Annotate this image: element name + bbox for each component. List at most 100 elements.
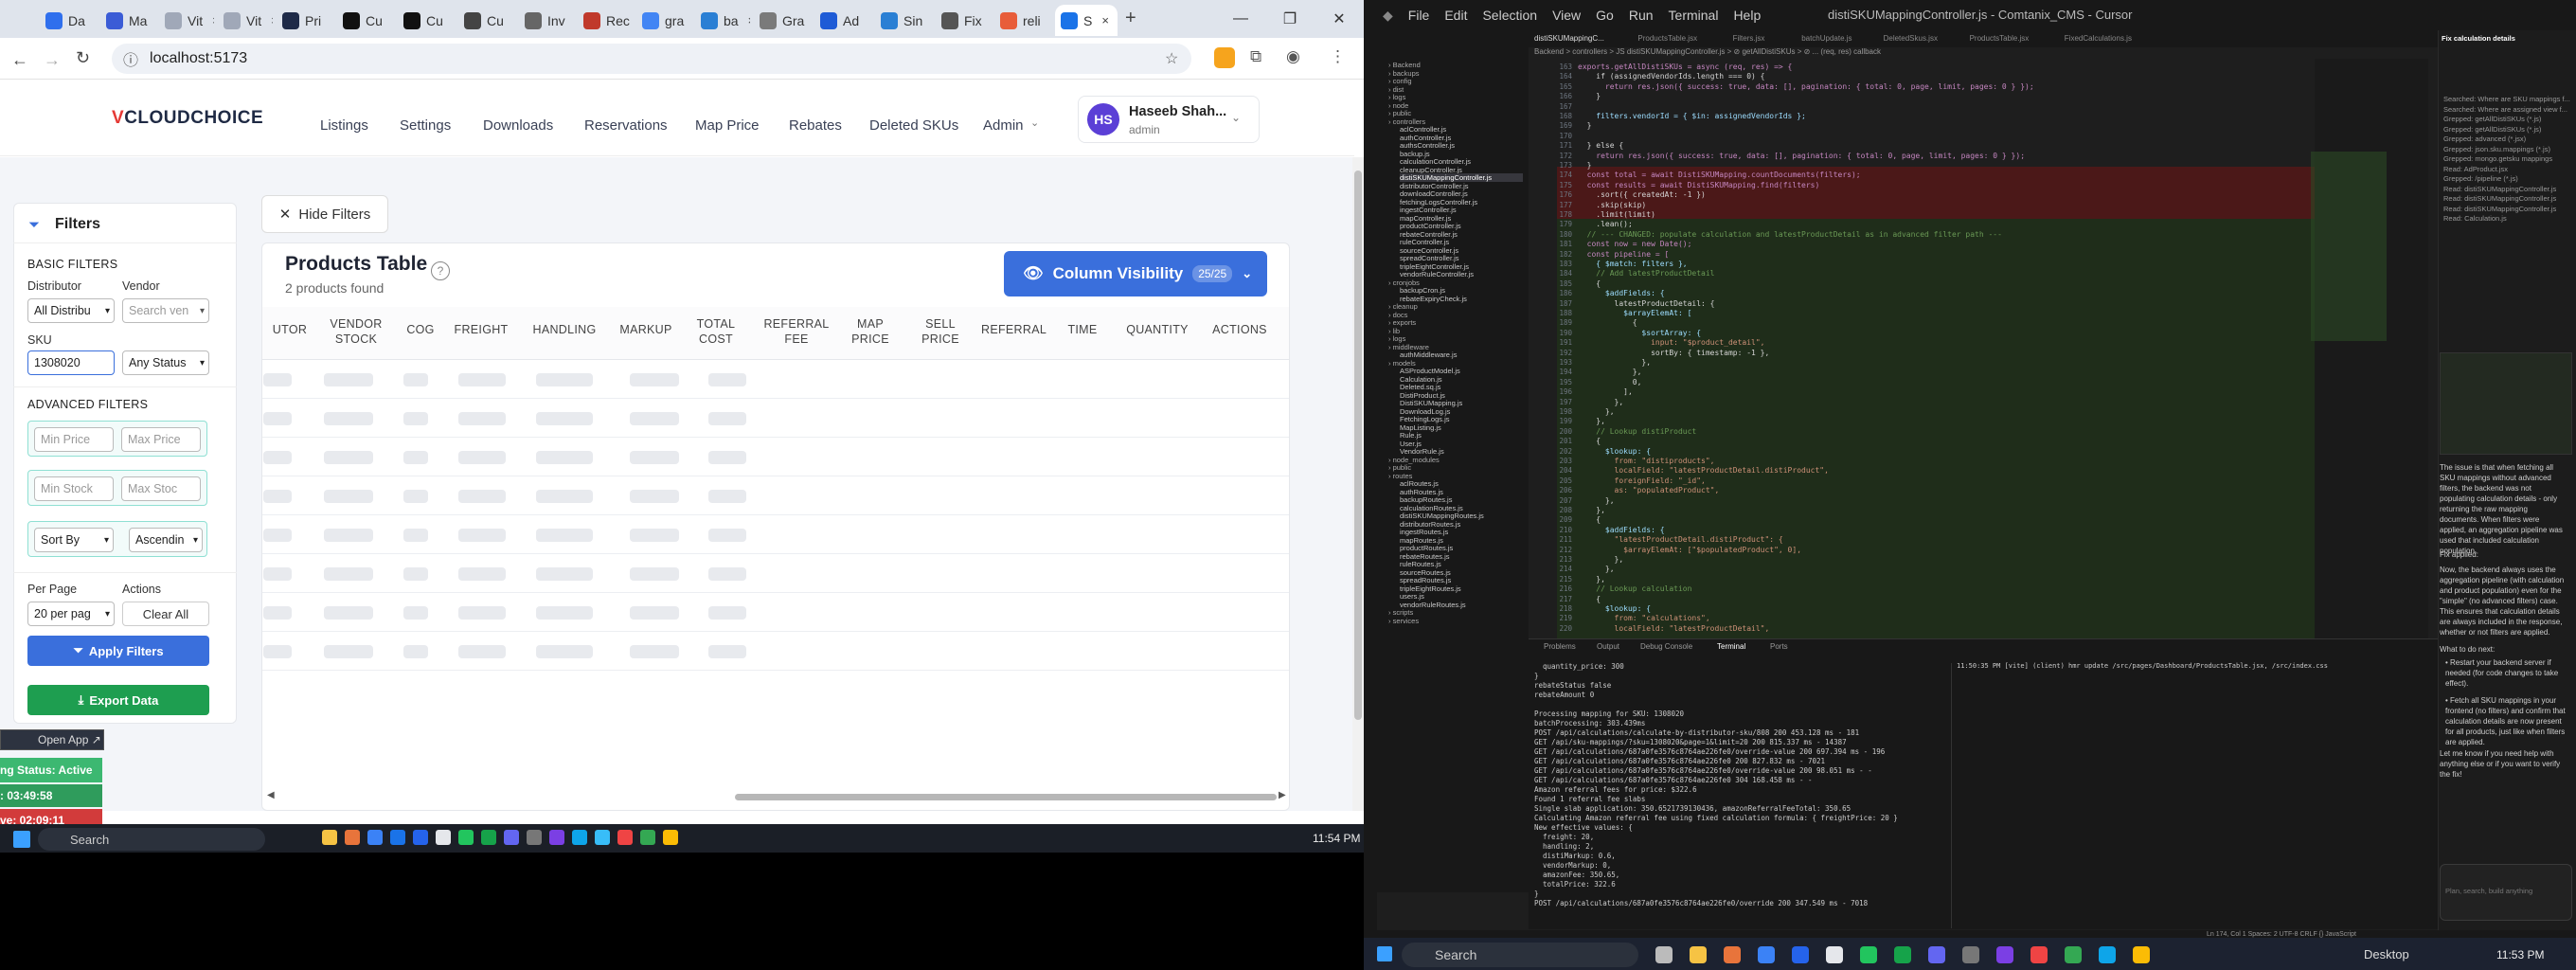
browser-tab[interactable]: Fix× <box>936 5 991 36</box>
browser-tab[interactable]: Sin× <box>875 5 930 36</box>
table-header-total-cost[interactable]: TOTAL COST <box>691 316 741 347</box>
explorer-item[interactable]: › services <box>1388 617 1419 625</box>
taskbar-app-icon[interactable] <box>504 830 519 845</box>
taskbar-app-icon[interactable] <box>1894 946 1911 963</box>
editor-tab[interactable]: batchUpdate.js <box>1801 34 1852 43</box>
taskbar-app-icon[interactable] <box>1758 946 1775 963</box>
browser-tab[interactable]: Vit × <box>218 5 273 36</box>
panel-tab-output[interactable]: Output <box>1597 642 1619 651</box>
table-header-time[interactable]: TIME <box>1061 322 1104 337</box>
close-tab-icon[interactable]: × <box>271 13 273 27</box>
browser-tab[interactable]: Cu× <box>458 5 513 36</box>
back-icon[interactable]: ← <box>11 50 28 70</box>
bookmark-star-icon[interactable]: ☆ <box>1165 49 1178 68</box>
hide-filters-button[interactable]: ✕ Hide Filters <box>261 195 388 233</box>
table-header-map-price[interactable]: MAP PRICE <box>847 316 894 347</box>
taskbar-app-icon[interactable] <box>527 830 542 845</box>
taskbar-app-icon[interactable] <box>1996 946 2013 963</box>
browser-tab[interactable]: Ad × <box>814 5 869 36</box>
table-header-referral-fee[interactable]: REFERRAL FEE <box>763 316 830 347</box>
scrollbar-thumb[interactable] <box>1354 171 1362 720</box>
table-row[interactable] <box>262 670 1289 671</box>
taskbar-app-icon[interactable] <box>390 830 405 845</box>
menu-run[interactable]: Run <box>1629 8 1654 23</box>
taskbar-app-icon[interactable] <box>1826 946 1843 963</box>
page-scrollbar[interactable] <box>1352 157 1364 811</box>
taskbar-app-icon[interactable] <box>1690 946 1707 963</box>
taskbar-app-icon[interactable] <box>2133 946 2150 963</box>
taskbar-app-icon[interactable] <box>458 830 474 845</box>
sort-by-select[interactable]: Sort By ▾ <box>34 528 114 552</box>
taskbar-app-icon[interactable] <box>2065 946 2082 963</box>
browser-tab[interactable]: Da× <box>40 5 95 36</box>
min-stock-input[interactable]: Min Stock <box>34 476 114 501</box>
taskbar-app-icon[interactable] <box>640 830 655 845</box>
browser-tab[interactable]: gra× <box>636 5 691 36</box>
nav-admin[interactable]: Admin <box>983 117 1024 134</box>
browser-tab[interactable]: Gra× <box>754 5 809 36</box>
table-header-utor[interactable]: UTOR <box>271 322 309 337</box>
table-header-quantity[interactable]: QUANTITY <box>1123 322 1191 337</box>
taskbar-app-icon[interactable] <box>413 830 428 845</box>
menu-help[interactable]: Help <box>1733 8 1761 23</box>
taskbar-app-icon[interactable] <box>436 830 451 845</box>
omnibox[interactable]: ⓘ localhost:5173 <box>112 44 1191 74</box>
taskbar-app-icon[interactable] <box>617 830 633 845</box>
table-header-cog[interactable]: COG <box>402 322 439 337</box>
table-header-referral[interactable]: REFERRAL <box>981 322 1046 337</box>
menu-terminal[interactable]: Terminal <box>1669 8 1719 23</box>
taskbar-app-icon[interactable] <box>1792 946 1809 963</box>
close-tab-icon[interactable]: × <box>748 13 750 27</box>
panel-tab-problems[interactable]: Problems <box>1544 642 1576 651</box>
nav-downloads[interactable]: Downloads <box>483 117 553 134</box>
table-header-markup[interactable]: MARKUP <box>619 322 672 337</box>
panel-tab-debug-console[interactable]: Debug Console <box>1640 642 1692 651</box>
profile-icon[interactable]: ◉ <box>1286 47 1300 66</box>
scroll-left-icon[interactable]: ◀ <box>267 790 275 800</box>
nav-listings[interactable]: Listings <box>320 117 368 134</box>
apply-filters-button[interactable]: ⏷ Apply Filters <box>27 636 209 666</box>
scroll-right-icon[interactable]: ▶ <box>1279 790 1286 800</box>
nav-settings[interactable]: Settings <box>400 117 451 134</box>
taskbar-app-icon[interactable] <box>1860 946 1877 963</box>
table-header-sell-price[interactable]: SELL PRICE <box>913 316 968 347</box>
status-select[interactable]: Any Status ▾ <box>122 350 209 375</box>
panel-tab-terminal[interactable]: Terminal <box>1717 642 1745 651</box>
menu-file[interactable]: File <box>1408 8 1430 23</box>
site-info-icon[interactable]: ⓘ <box>123 47 138 70</box>
table-row[interactable] <box>262 514 1289 515</box>
browser-tab[interactable]: Pri× <box>277 5 331 36</box>
max-stock-input[interactable]: Max Stoc <box>121 476 201 501</box>
windows-start-icon[interactable] <box>13 831 30 848</box>
close-tab-icon[interactable]: × <box>212 13 214 27</box>
open-app-link[interactable]: Open App ↗ <box>38 733 101 746</box>
editor-tab[interactable]: ProductsTable.jsx <box>1637 34 1697 43</box>
table-row[interactable] <box>262 631 1289 632</box>
table-header-handling[interactable]: HANDLING <box>530 322 599 337</box>
extensions-icon[interactable]: ⧉ <box>1250 47 1261 66</box>
sort-order-select[interactable]: Ascendin ▾ <box>129 528 203 552</box>
taskbar-app-icon[interactable] <box>572 830 587 845</box>
app-logo[interactable]: VCLOUDCHOICE <box>112 108 263 129</box>
minimize-button[interactable]: — <box>1216 0 1265 38</box>
browser-tab[interactable]: Cu× <box>337 5 392 36</box>
table-header-actions[interactable]: ACTIONS <box>1210 322 1269 337</box>
minimap[interactable] <box>2315 59 2428 638</box>
close-tab-icon[interactable]: × <box>1101 13 1109 27</box>
browser-tab[interactable]: S × <box>1055 5 1118 36</box>
new-tab-button[interactable]: + <box>1125 8 1136 29</box>
taskbar-app-icon[interactable] <box>367 830 383 845</box>
nav-map-price[interactable]: Map Price <box>695 117 760 134</box>
nav-rebates[interactable]: Rebates <box>789 117 842 134</box>
editor-tab[interactable]: ProductsTable.jsx <box>1970 34 2030 43</box>
help-icon[interactable]: ? <box>431 261 450 280</box>
taskbar-app-icon[interactable] <box>481 830 496 845</box>
editor-tab[interactable]: distiSKUMappingC... <box>1534 34 1604 43</box>
forward-icon[interactable]: → <box>44 50 61 70</box>
export-data-button[interactable]: ⤓ Export Data <box>27 685 209 715</box>
nav-reservations[interactable]: Reservations <box>584 117 668 134</box>
taskbar-app-icon[interactable] <box>1655 946 1673 963</box>
close-tab-icon[interactable]: × <box>868 13 869 27</box>
taskbar-app-icon[interactable] <box>1962 946 1979 963</box>
table-scroll-thumb[interactable] <box>735 794 1277 800</box>
